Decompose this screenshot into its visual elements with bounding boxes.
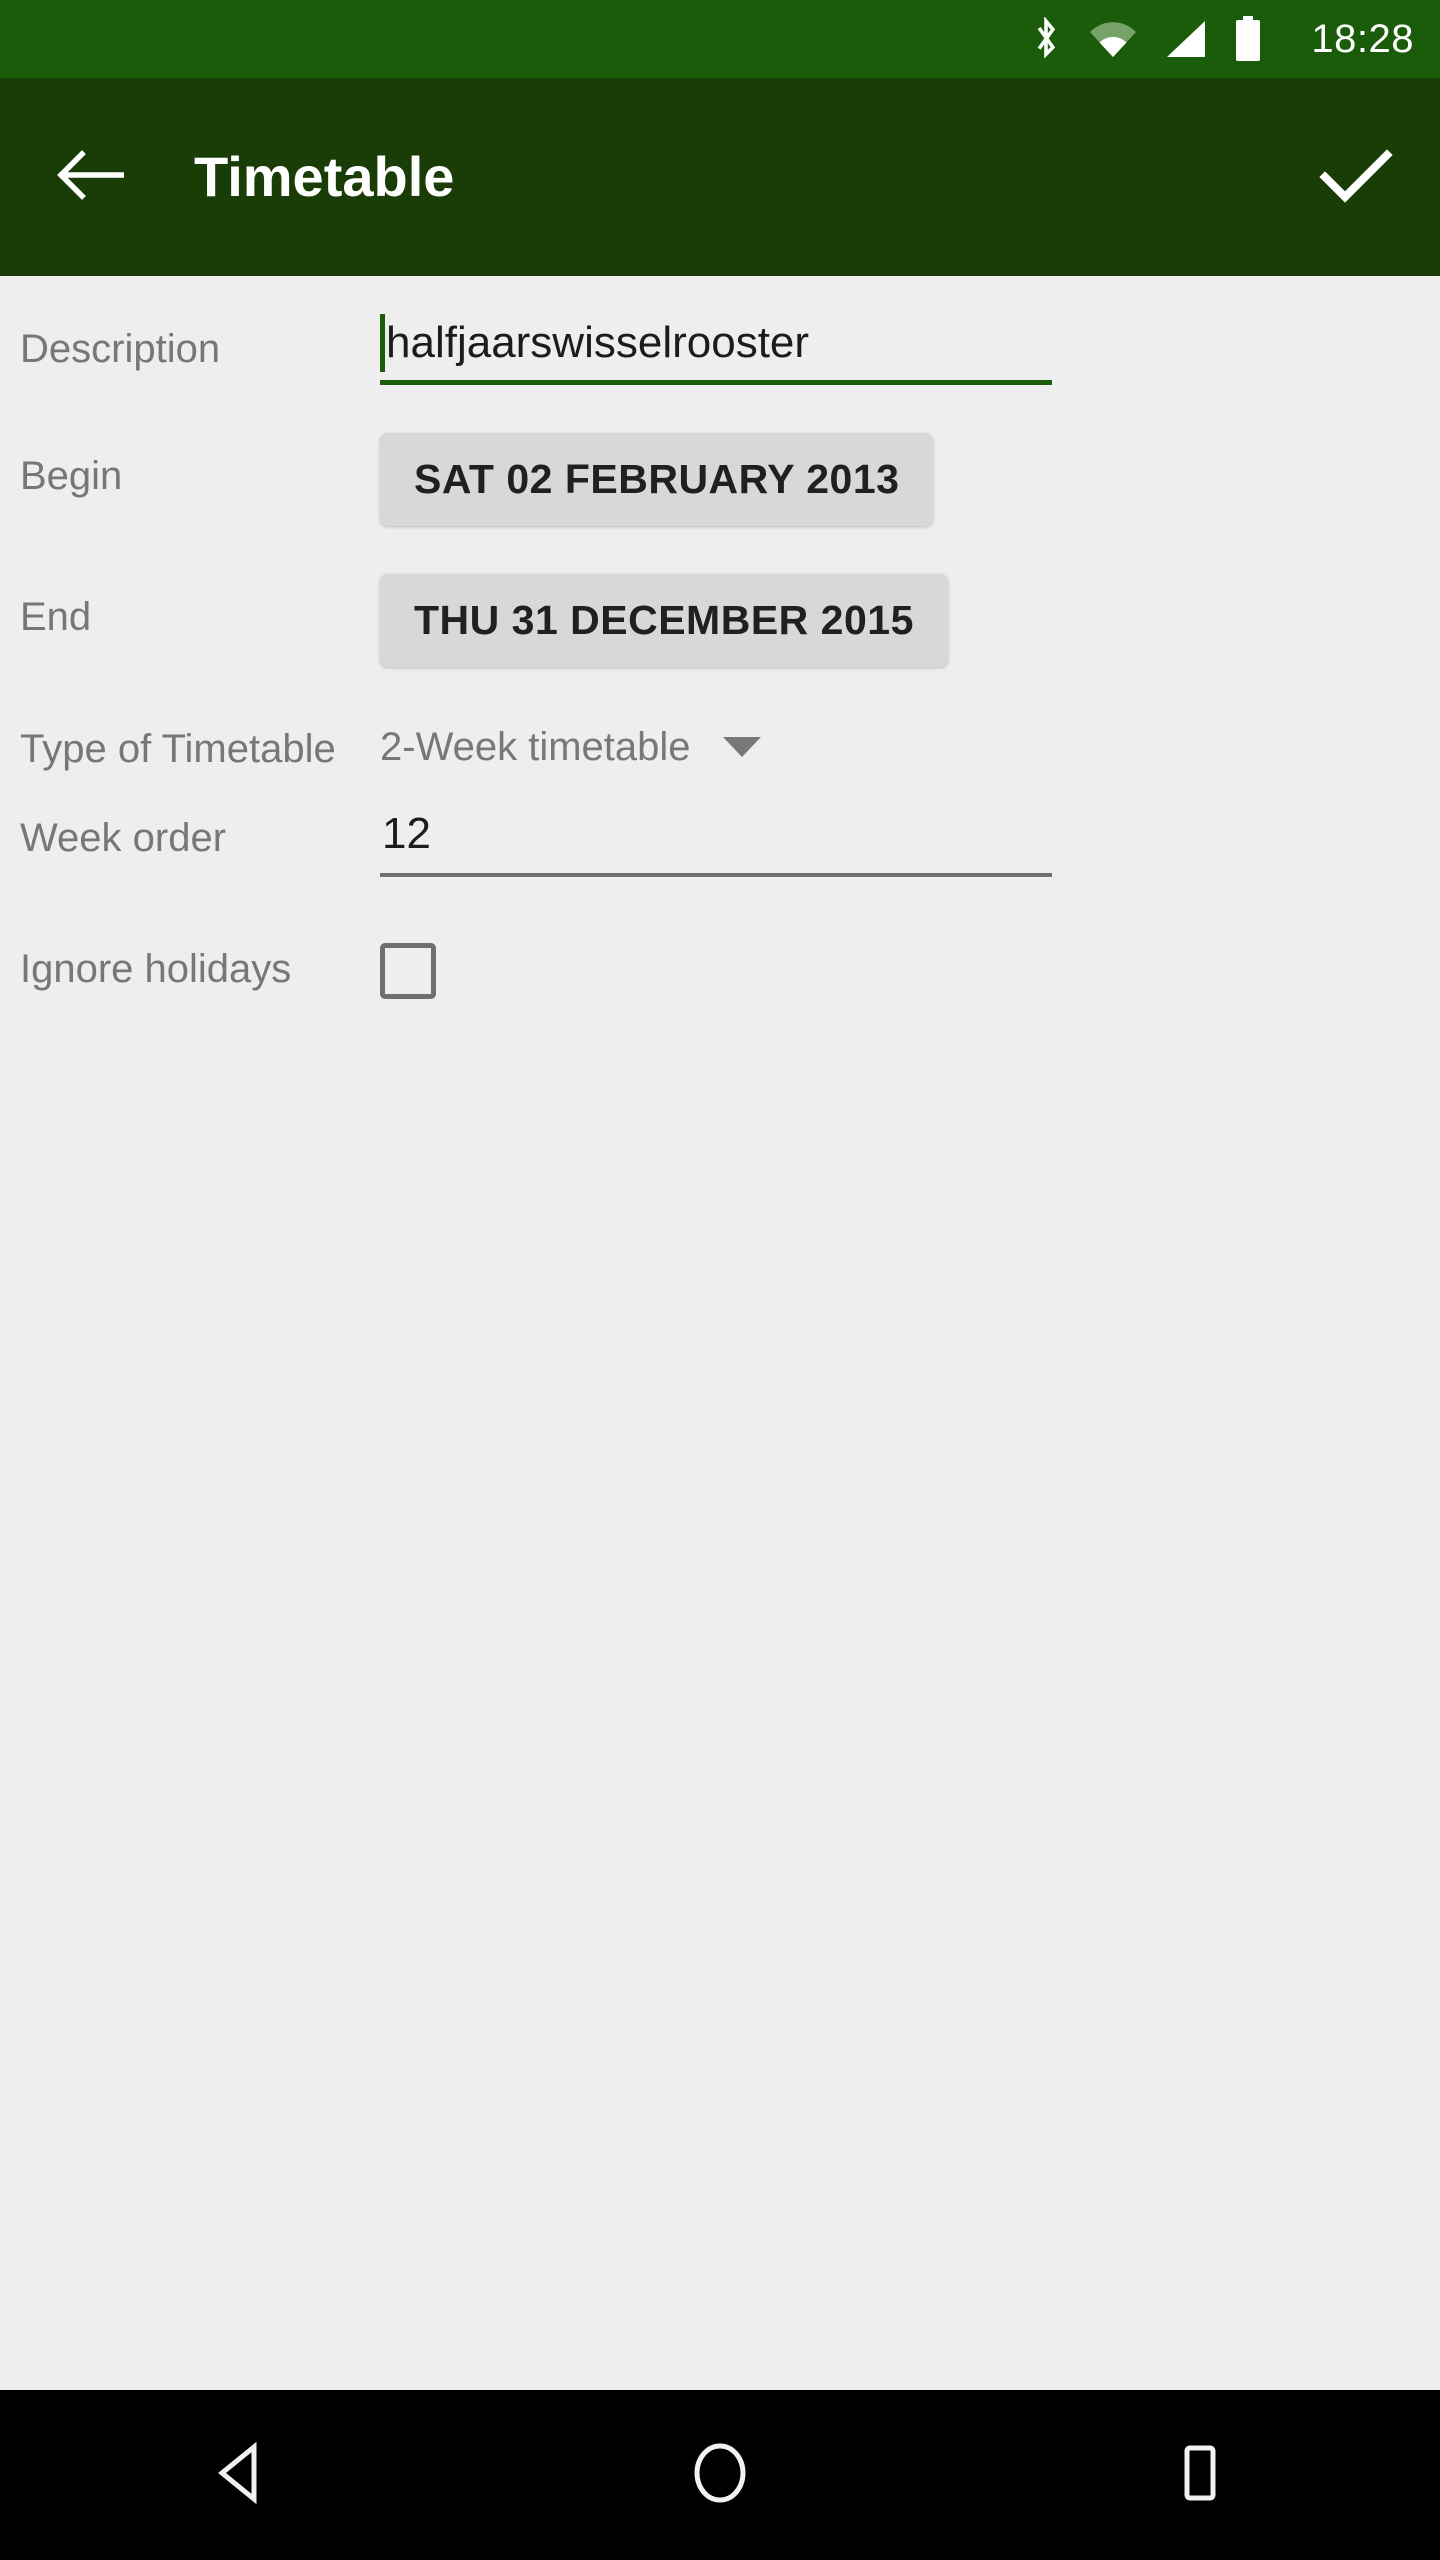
description-row: Description halfjaarswisselrooster (0, 276, 1440, 385)
end-field-wrap: THU 31 DECEMBER 2015 (380, 574, 1420, 667)
type-of-timetable-label: Type of Timetable (20, 727, 336, 771)
confirm-button[interactable] (1310, 131, 1402, 223)
begin-date-button[interactable]: SAT 02 FEBRUARY 2013 (380, 433, 934, 526)
chevron-down-icon (722, 737, 761, 757)
triangle-back-icon (212, 2441, 268, 2509)
end-label: End (20, 595, 92, 639)
week-order-field-wrap: 12 (380, 805, 1420, 877)
bluetooth-icon (1029, 17, 1063, 61)
type-of-timetable-row: Type of Timetable 2-Week timetable (0, 667, 1440, 779)
check-icon (1319, 145, 1393, 210)
battery-icon (1233, 16, 1263, 62)
app-bar: Timetable (0, 78, 1440, 276)
ignore-holidays-checkbox[interactable] (380, 943, 436, 999)
ignore-holidays-label: Ignore holidays (20, 947, 292, 991)
begin-label: Begin (20, 454, 123, 498)
description-value: halfjaarswisselrooster (386, 318, 810, 367)
android-screen: 18:28 Timetable Description halfjaarswis… (0, 0, 1440, 2560)
timetable-form: Description halfjaarswisselrooster Begin… (0, 276, 1440, 2390)
home-nav-button[interactable] (635, 2390, 805, 2560)
begin-row: Begin SAT 02 FEBRUARY 2013 (0, 385, 1440, 526)
cellular-signal-icon (1163, 19, 1207, 59)
arrow-left-icon (56, 148, 125, 207)
ignore-holidays-field-wrap (380, 939, 1420, 999)
status-bar: 18:28 (0, 0, 1440, 78)
recents-nav-button[interactable] (1115, 2390, 1285, 2560)
week-order-value: 12 (382, 809, 431, 858)
square-recents-icon (1174, 2443, 1226, 2508)
status-bar-clock: 18:28 (1311, 17, 1414, 61)
back-button[interactable] (48, 135, 132, 219)
end-row: End THU 31 DECEMBER 2015 (0, 526, 1440, 667)
ignore-holidays-row: Ignore holidays (0, 877, 1440, 999)
begin-field-wrap: SAT 02 FEBRUARY 2013 (380, 433, 1420, 526)
type-of-timetable-value: 2-Week timetable (380, 725, 691, 769)
navigation-bar (0, 2390, 1440, 2560)
back-nav-button[interactable] (155, 2390, 325, 2560)
week-order-input[interactable]: 12 (380, 805, 1052, 877)
status-bar-icons: 18:28 (1029, 16, 1414, 62)
page-title: Timetable (194, 145, 455, 208)
week-order-label: Week order (20, 816, 227, 860)
description-input[interactable]: halfjaarswisselrooster (380, 314, 1052, 385)
week-order-row: Week order 12 (0, 779, 1440, 877)
description-label: Description (20, 327, 221, 371)
end-date-button[interactable]: THU 31 DECEMBER 2015 (380, 574, 948, 667)
circle-home-icon (691, 2441, 749, 2510)
wifi-icon (1089, 20, 1137, 58)
type-of-timetable-spinner[interactable]: 2-Week timetable (380, 719, 761, 767)
type-of-timetable-field-wrap: 2-Week timetable (380, 719, 1420, 767)
description-field-wrap: halfjaarswisselrooster (380, 314, 1420, 385)
text-caret (380, 314, 385, 372)
